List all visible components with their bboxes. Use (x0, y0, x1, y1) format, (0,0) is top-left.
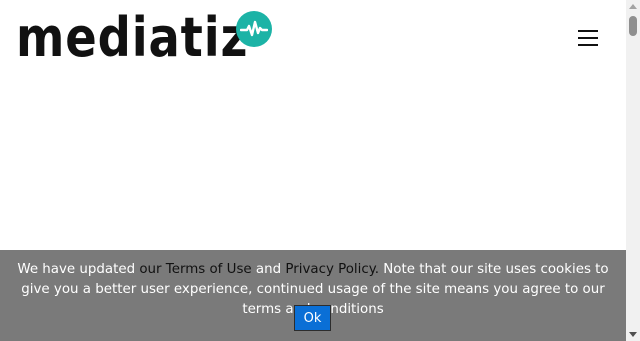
pulse-icon (236, 11, 272, 47)
cookie-banner: We have updated our Terms of Use and Pri… (0, 250, 626, 341)
scroll-down-arrow-icon[interactable] (629, 332, 637, 337)
site-logo[interactable]: mediatiz (16, 6, 249, 69)
vertical-scrollbar[interactable] (626, 0, 640, 341)
scrollbar-thumb[interactable] (629, 16, 637, 36)
site-header: mediatiz (0, 0, 626, 80)
ok-button[interactable]: Ok (294, 305, 331, 331)
scroll-up-arrow-icon[interactable] (629, 4, 637, 9)
terms-of-use-link[interactable]: our Terms of Use (139, 262, 251, 277)
logo-wordmark: mediatiz (16, 6, 249, 69)
cookie-text-and: and (251, 262, 286, 277)
hamburger-menu-icon[interactable] (578, 28, 600, 48)
cookie-text-before: We have updated (17, 262, 140, 277)
privacy-policy-link[interactable]: Privacy Policy. (285, 262, 379, 277)
